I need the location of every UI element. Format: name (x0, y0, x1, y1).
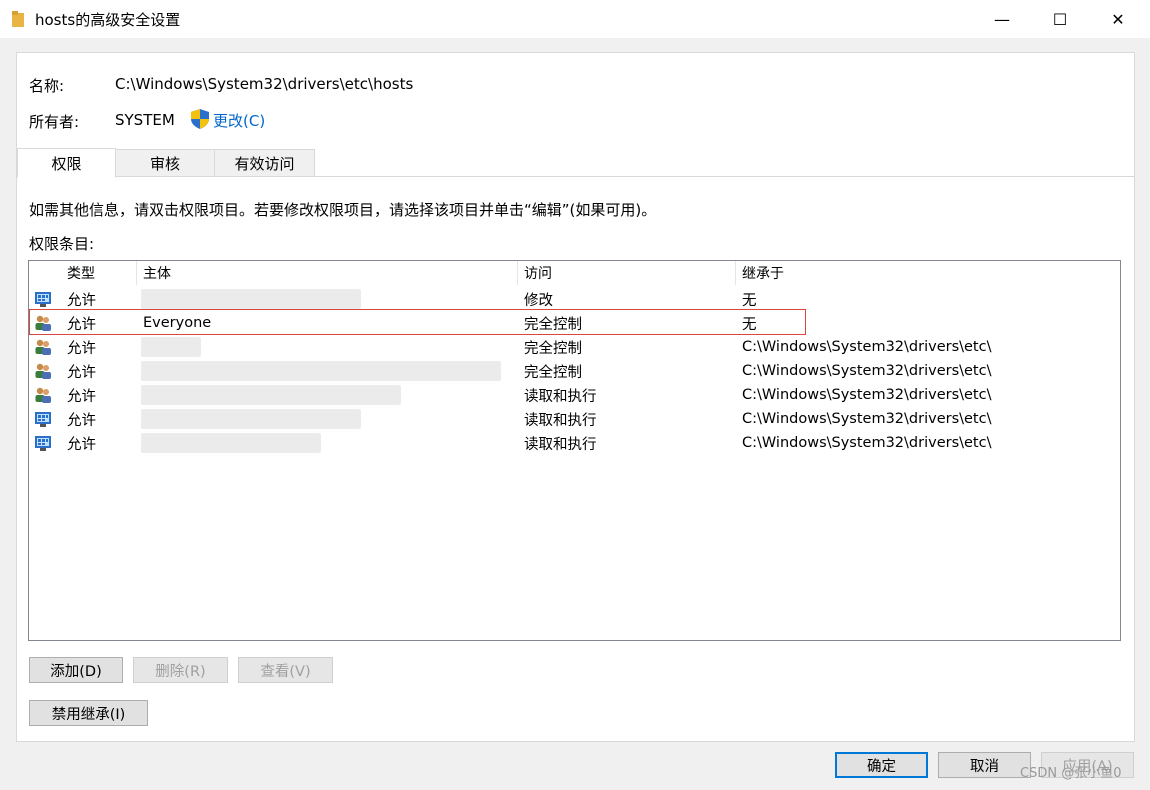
window-title: hosts的高级安全设置 (35, 11, 181, 29)
view-button[interactable]: 查看(V) (238, 657, 333, 683)
users-icon (35, 363, 51, 379)
users-icon (35, 339, 51, 355)
row-type: 允许 (67, 412, 96, 429)
redacted-principal (179, 337, 199, 357)
owner-value: SYSTEM (115, 111, 175, 129)
highlight-box (29, 309, 806, 335)
remove-button[interactable]: 删除(R) (133, 657, 228, 683)
row-type: 允许 (67, 436, 96, 453)
redacted-principal (289, 385, 399, 405)
instructions-text: 如需其他信息，请双击权限项目。若要修改权限项目，请选择该项目并单击“编辑”(如果… (29, 201, 657, 219)
computer-group-icon (35, 412, 51, 427)
tab-permissions[interactable]: 权限 (17, 148, 116, 178)
ok-button[interactable]: 确定 (835, 752, 928, 778)
computer-group-icon (35, 436, 51, 451)
redacted-principal (229, 361, 369, 381)
row-access: 完全控制 (524, 340, 582, 357)
close-button[interactable]: ✕ (1090, 0, 1146, 38)
disable-inheritance-button[interactable]: 禁用继承(I) (29, 700, 148, 726)
permission-row[interactable]: 允许 修改 无 (29, 287, 1120, 311)
row-access: 读取和执行 (524, 436, 597, 453)
permission-row[interactable]: 允许 完全控制 C:\Windows\System32\drivers\etc\ (29, 359, 1120, 383)
row-inherited-from: C:\Windows\System32\drivers\etc\ (742, 339, 992, 355)
name-label: 名称: (29, 77, 65, 95)
row-inherited-from: C:\Windows\System32\drivers\etc\ (742, 387, 992, 403)
change-owner-link[interactable]: 更改(C) (213, 110, 265, 131)
row-access: 读取和执行 (524, 412, 597, 429)
maximize-button[interactable]: ☐ (1032, 0, 1088, 38)
column-header-inherited-from[interactable]: 继承于 (736, 261, 1121, 285)
main-panel: 名称: C:\Windows\System32\drivers\etc\host… (16, 52, 1135, 742)
name-value: C:\Windows\System32\drivers\etc\hosts (115, 75, 414, 93)
row-type: 允许 (67, 340, 96, 357)
tab-auditing[interactable]: 审核 (115, 149, 215, 177)
column-header-access[interactable]: 访问 (518, 261, 736, 285)
row-inherited-from: C:\Windows\System32\drivers\etc\ (742, 411, 992, 427)
permission-row[interactable]: 允许 读取和执行 C:\Windows\System32\drivers\etc\ (29, 407, 1120, 431)
row-inherited-from: 无 (742, 292, 757, 309)
watermark: CSDN @张小鱼0 (1020, 766, 1122, 781)
close-icon: ✕ (1111, 9, 1125, 29)
computer-group-icon (35, 292, 51, 307)
redacted-principal (159, 289, 249, 309)
users-icon (35, 387, 51, 403)
row-access: 修改 (524, 292, 553, 309)
minimize-icon: — (994, 9, 1010, 29)
permission-entries-list[interactable]: 类型 主体 访问 继承于 允许 修改无允许 Everyone 完全控制无允许 完全控制 C… (28, 260, 1121, 641)
row-type: 允许 (67, 364, 96, 381)
row-inherited-from: C:\Windows\System32\drivers\etc\ (742, 363, 992, 379)
maximize-icon: ☐ (1052, 9, 1068, 29)
minimize-button[interactable]: — (974, 0, 1030, 38)
permission-row[interactable]: 允许 读取和执行 C:\Windows\System32\drivers\etc\ (29, 431, 1120, 455)
row-type: 允许 (67, 292, 96, 309)
permission-row[interactable]: 允许 读取和执行 C:\Windows\System32\drivers\etc\ (29, 383, 1120, 407)
uac-shield-icon (191, 109, 209, 129)
column-header-principal[interactable]: 主体 (137, 261, 518, 285)
tab-effective-access[interactable]: 有效访问 (214, 149, 315, 177)
redacted-principal (179, 433, 309, 453)
row-inherited-from: C:\Windows\System32\drivers\etc\ (742, 435, 992, 451)
redacted-principal (209, 409, 329, 429)
cancel-button[interactable]: 取消 (938, 752, 1031, 778)
row-access: 完全控制 (524, 364, 582, 381)
permission-entries-label: 权限条目: (29, 235, 95, 253)
add-button[interactable]: 添加(D) (29, 657, 123, 683)
row-access: 读取和执行 (524, 388, 597, 405)
title-bar: hosts的高级安全设置 — ☐ ✕ (0, 0, 1150, 38)
folder-icon (12, 11, 24, 27)
row-type: 允许 (67, 388, 96, 405)
column-header-type[interactable]: 类型 (61, 261, 137, 285)
permission-row[interactable]: 允许 完全控制 C:\Windows\System32\drivers\etc\ (29, 335, 1120, 359)
owner-label: 所有者: (29, 113, 80, 131)
